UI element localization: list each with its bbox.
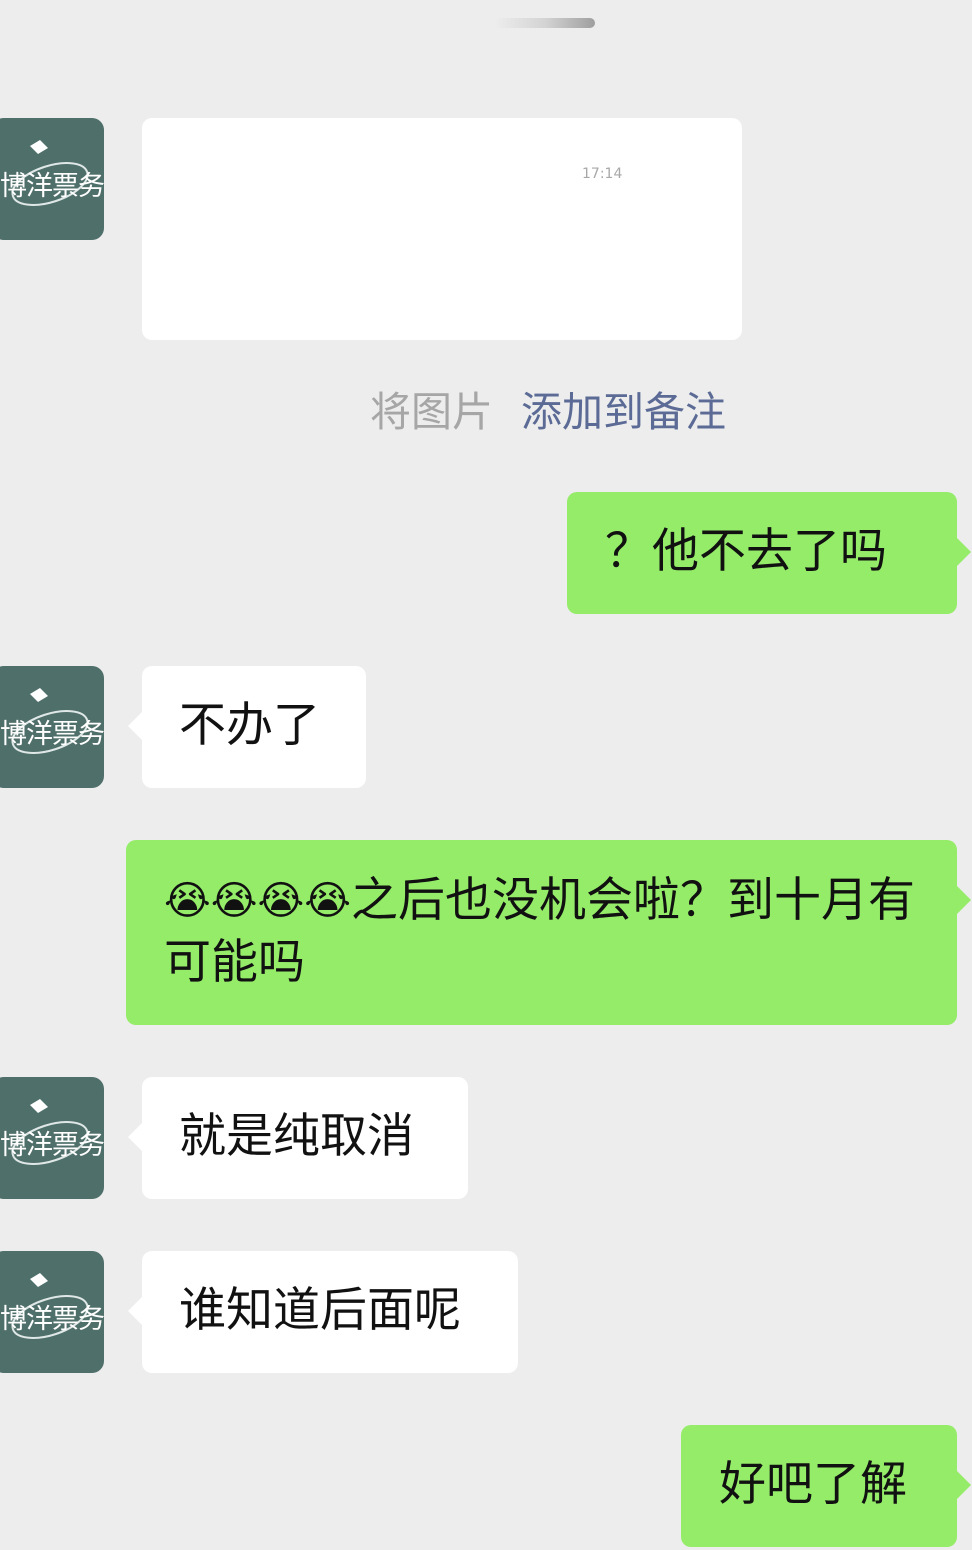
avatar-label: 博洋票务 <box>0 1304 104 1335</box>
avatar-label: 博洋票务 <box>0 171 104 202</box>
crying-face-icon: 😭 <box>164 878 211 924</box>
contact-avatar[interactable]: 博洋票务 <box>0 1077 104 1199</box>
message-text: ？他不去了吗 <box>605 524 887 579</box>
avatar-label: 博洋票务 <box>0 719 104 750</box>
contact-avatar[interactable]: 博洋票务 <box>0 1251 104 1373</box>
message-bubble-outgoing[interactable]: ？他不去了吗 <box>567 492 971 614</box>
system-note: 将图片 添加到备注 <box>370 388 726 436</box>
image-timestamp: 17:14 <box>582 166 623 182</box>
avatar-label: 博洋票务 <box>0 1130 104 1161</box>
message-text: 好吧了解 <box>719 1457 907 1512</box>
message-bubble-outgoing[interactable]: 好吧了解 <box>681 1425 971 1547</box>
message-bubble-outgoing[interactable]: 😭😭😭😭之后也没机会啦？到十月有可能吗 <box>126 840 971 1025</box>
message-bubble-incoming[interactable]: 就是纯取消 <box>128 1077 468 1199</box>
contact-avatar[interactable]: 博洋票务 <box>0 666 104 788</box>
top-status-indicator <box>495 18 595 28</box>
crying-face-icon: 😭 <box>257 878 305 924</box>
message-bubble-incoming[interactable]: 不办了 <box>128 666 366 788</box>
message-text: 不办了 <box>179 698 320 753</box>
image-message[interactable]: 17:14 <box>142 118 742 340</box>
message-bubble-incoming[interactable]: 谁知道后面呢 <box>128 1251 518 1373</box>
system-note-prefix: 将图片 <box>370 388 493 436</box>
add-to-remark-link[interactable]: 添加到备注 <box>521 388 726 436</box>
contact-avatar[interactable]: 博洋票务 <box>0 118 104 240</box>
crying-face-icon: 😭 <box>210 878 258 924</box>
message-text: 谁知道后面呢 <box>179 1283 461 1338</box>
crying-face-icon: 😭 <box>304 878 351 924</box>
message-text: 就是纯取消 <box>179 1109 414 1164</box>
